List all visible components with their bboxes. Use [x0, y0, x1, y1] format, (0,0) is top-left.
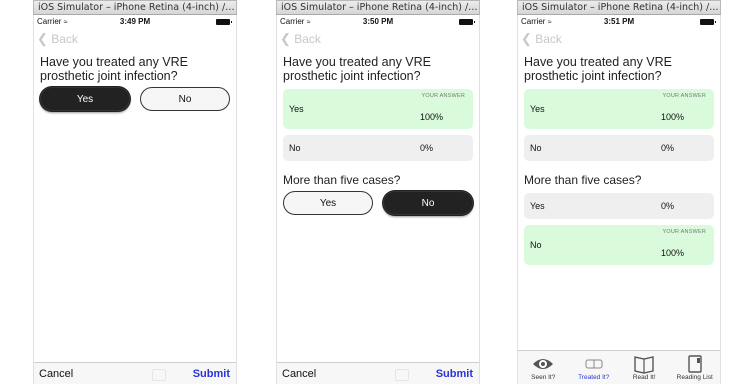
question-title: Have you treated any VRE prosthetic join…	[40, 55, 188, 83]
tab-treated-it[interactable]: Treated It?	[569, 351, 620, 384]
question-title: Have you treated any VRE prosthetic join…	[524, 55, 672, 83]
nav-bar: ❮ Back	[34, 29, 236, 49]
tab-seen-it[interactable]: Seen It?	[518, 351, 569, 384]
simulator-window-2: iOS Simulator – iPhone Retina (4-inch) /…	[276, 0, 480, 384]
status-bar: Carrier ≈ 3:49 PM	[34, 15, 236, 29]
simulator-window-3: iOS Simulator – iPhone Retina (4-inch) /…	[517, 0, 721, 384]
phone-screen: Carrier ≈ 3:51 PM ❮ Back Have you treate…	[517, 15, 721, 384]
pill-icon	[585, 359, 603, 369]
yes-no-group: Yes No	[34, 83, 236, 111]
bottom-toolbar: Cancel Submit	[277, 362, 479, 384]
faded-tab-icon	[395, 369, 409, 381]
status-bar: Carrier ≈ 3:51 PM	[518, 15, 720, 29]
battery-icon	[700, 19, 716, 25]
back-button[interactable]: ❮ Back	[521, 31, 562, 47]
back-button[interactable]: ❮ Back	[37, 31, 78, 47]
follow-up-question: More than five cases?	[283, 173, 401, 187]
answer-percent: 0%	[661, 201, 675, 211]
window-title: iOS Simulator – iPhone Retina (4-inch) /…	[276, 0, 480, 15]
question-title: Have you treated any VRE prosthetic join…	[283, 55, 431, 83]
list-icon	[688, 355, 702, 373]
answer-row-yes: YOUR ANSWER Yes 100%	[524, 89, 714, 129]
clock: 3:51 PM	[603, 17, 635, 26]
submit-button[interactable]: Submit	[193, 368, 230, 380]
yes-no-group: Yes No	[277, 187, 479, 215]
chevron-left-icon: ❮	[521, 31, 532, 46]
answer-label: No	[530, 240, 542, 250]
tab-read-it[interactable]: Read It!	[619, 351, 670, 384]
your-answer-badge: YOUR ANSWER	[421, 93, 465, 99]
status-bar: Carrier ≈ 3:50 PM	[277, 15, 479, 29]
phone-screen: Carrier ≈ 3:50 PM ❮ Back Have you treate…	[276, 15, 480, 384]
nav-bar: ❮ Back	[277, 29, 479, 49]
your-answer-badge: YOUR ANSWER	[662, 93, 706, 99]
battery-icon	[216, 19, 232, 25]
answer-percent: 0%	[661, 143, 675, 153]
follow-up-question: More than five cases?	[524, 173, 642, 187]
clock: 3:49 PM	[119, 17, 151, 26]
chevron-left-icon: ❮	[280, 31, 291, 46]
chevron-left-icon: ❮	[37, 31, 48, 46]
tab-reading-list[interactable]: Reading List	[670, 351, 721, 384]
eye-icon	[533, 359, 554, 369]
back-button[interactable]: ❮ Back	[280, 31, 321, 47]
bottom-toolbar: Cancel Submit	[34, 362, 236, 384]
answer-label: No	[530, 143, 542, 153]
simulator-window-1: iOS Simulator – iPhone Retina (4-inch) /…	[33, 0, 237, 384]
answer-row-no: No 0%	[283, 135, 473, 161]
answer-label: Yes	[530, 104, 545, 114]
answer-percent: 100%	[420, 112, 444, 122]
answer-row-yes: YOUR ANSWER Yes 100%	[283, 89, 473, 129]
answer-row-no: YOUR ANSWER No 100%	[524, 225, 714, 265]
submit-button[interactable]: Submit	[436, 368, 473, 380]
cancel-button[interactable]: Cancel	[39, 368, 73, 380]
answer-row-yes: Yes 0%	[524, 193, 714, 219]
yes-button[interactable]: Yes	[283, 191, 373, 215]
no-button[interactable]: No	[140, 87, 230, 111]
faded-tab-icon	[152, 369, 166, 381]
book-icon	[634, 356, 654, 374]
answer-percent: 100%	[661, 112, 685, 122]
battery-icon	[459, 19, 475, 25]
yes-button[interactable]: Yes	[40, 87, 130, 111]
tab-bar: Seen It? Treated It? Read It! Reading Li…	[518, 350, 720, 384]
window-title: iOS Simulator – iPhone Retina (4-inch) /…	[33, 0, 237, 15]
answer-label: Yes	[289, 104, 304, 114]
answer-label: No	[289, 143, 301, 153]
answer-row-no: No 0%	[524, 135, 714, 161]
phone-screen: Carrier ≈ 3:49 PM ❮ Back Have you treate…	[33, 15, 237, 384]
window-title: iOS Simulator – iPhone Retina (4-inch) /…	[517, 0, 721, 15]
answer-percent: 0%	[420, 143, 434, 153]
your-answer-badge: YOUR ANSWER	[662, 229, 706, 235]
clock: 3:50 PM	[362, 17, 394, 26]
cancel-button[interactable]: Cancel	[282, 368, 316, 380]
answer-label: Yes	[530, 201, 545, 211]
nav-bar: ❮ Back	[518, 29, 720, 49]
no-button[interactable]: No	[383, 191, 473, 215]
answer-percent: 100%	[661, 248, 685, 258]
